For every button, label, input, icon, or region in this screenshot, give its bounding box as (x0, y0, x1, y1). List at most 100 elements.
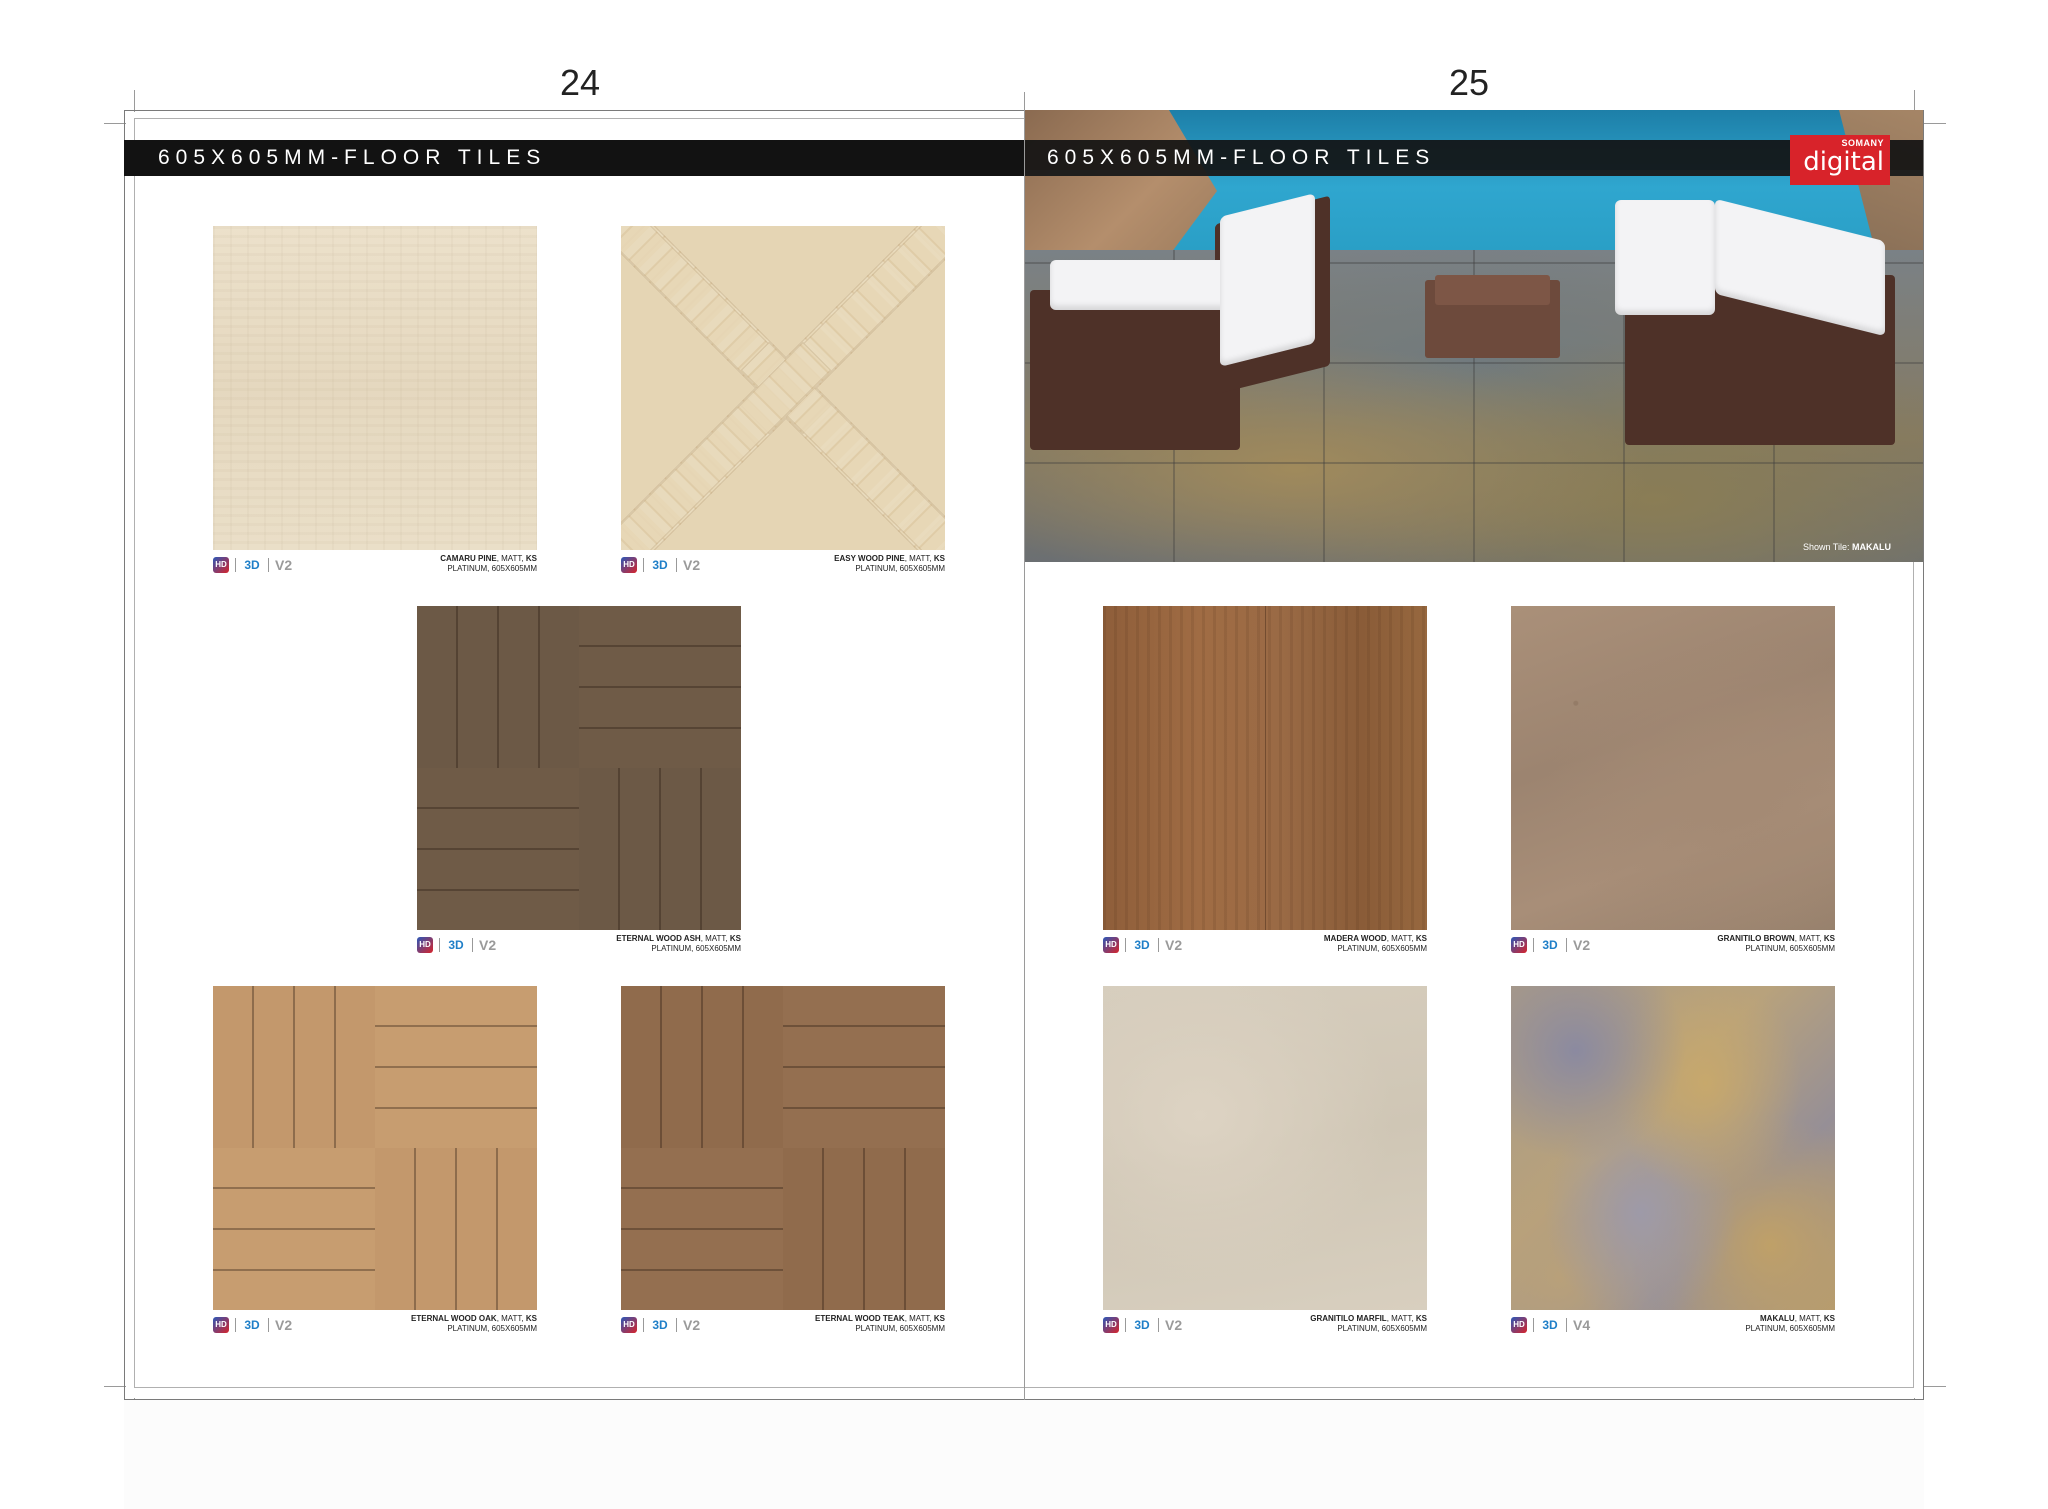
somany-digital-logo: SOMANY digital (1790, 135, 1890, 185)
tile-card[interactable]: HD 3D V2 CAMARU PINE, MATT, KS PLATINUM,… (213, 226, 537, 580)
variation-badge: V2 (1165, 937, 1183, 953)
tile-swatch-makalu (1511, 986, 1835, 1310)
variation-badge: V2 (479, 937, 497, 953)
hd-icon: HD (1103, 937, 1119, 953)
divider (235, 1318, 236, 1332)
tile-card[interactable]: HD 3D V2 GRANITILO BROWN, MATT, KS PLATI… (1511, 606, 1835, 960)
page-number-right: 25 (1449, 62, 1490, 103)
divider (1533, 1318, 1534, 1332)
hd-icon: HD (621, 557, 637, 573)
divider (1125, 938, 1126, 952)
divider (643, 558, 644, 572)
cushion (1050, 260, 1245, 310)
page-number-left: 24 (560, 62, 601, 103)
3d-icon: 3D (1134, 938, 1150, 952)
3d-icon: 3D (244, 1318, 260, 1332)
variation-badge: V4 (1573, 1317, 1591, 1333)
tile-description: GRANITILO MARFIL, MATT, KS PLATINUM, 605… (1310, 1314, 1427, 1333)
page-title-right: 605X605MM-FLOOR TILES (1013, 140, 1923, 176)
tile-caption: HD 3D V2 EASY WOOD PINE, MATT, KS PLATIN… (621, 554, 945, 580)
tile-caption: HD 3D V2 GRANITILO BROWN, MATT, KS PLATI… (1511, 934, 1835, 960)
variation-badge: V2 (1165, 1317, 1183, 1333)
3d-icon: 3D (244, 558, 260, 572)
hd-icon: HD (213, 557, 229, 573)
tile-description: MAKALU, MATT, KS PLATINUM, 605X605MM (1745, 1314, 1835, 1333)
divider (235, 558, 236, 572)
hd-icon: HD (1511, 1317, 1527, 1333)
cushion (1220, 193, 1315, 367)
3d-icon: 3D (448, 938, 464, 952)
tile-swatch-eternal-wood-ash (417, 606, 741, 930)
hd-icon: HD (621, 1317, 637, 1333)
tile-card[interactable]: HD 3D V2 MADERA WOOD, MATT, KS PLATINUM,… (1103, 606, 1427, 960)
divider (1158, 938, 1159, 952)
tile-swatch-madera-wood (1103, 606, 1427, 930)
tile-caption: HD 3D V2 MADERA WOOD, MATT, KS PLATINUM,… (1103, 934, 1427, 960)
divider (1566, 1318, 1567, 1332)
crop-mark (1914, 90, 1915, 112)
3d-icon: 3D (1134, 1318, 1150, 1332)
variation-badge: V2 (275, 557, 293, 573)
tile-card[interactable]: HD 3D V2 ETERNAL WOOD ASH, MATT, KS PLAT… (417, 606, 741, 960)
divider (268, 558, 269, 572)
divider (1125, 1318, 1126, 1332)
divider (439, 938, 440, 952)
tile-swatch-eternal-wood-teak (621, 986, 945, 1310)
tile-caption: HD 3D V2 CAMARU PINE, MATT, KS PLATINUM,… (213, 554, 537, 580)
3d-icon: 3D (652, 1318, 668, 1332)
page-gutter (1024, 92, 1025, 1418)
3d-icon: 3D (1542, 1318, 1558, 1332)
coffee-table-top (1435, 275, 1550, 305)
crop-mark (104, 1386, 126, 1387)
tile-description: GRANITILO BROWN, MATT, KS PLATINUM, 605X… (1717, 934, 1835, 953)
divider (1566, 938, 1567, 952)
3d-icon: 3D (652, 558, 668, 572)
variation-badge: V2 (683, 1317, 701, 1333)
page-title-left: 605X605MM-FLOOR TILES (124, 140, 1024, 176)
tile-card[interactable]: HD 3D V2 ETERNAL WOOD TEAK, MATT, KS PLA… (621, 986, 945, 1340)
hd-icon: HD (213, 1317, 229, 1333)
variation-badge: V2 (683, 557, 701, 573)
divider (643, 1318, 644, 1332)
tile-card[interactable]: HD 3D V2 ETERNAL WOOD OAK, MATT, KS PLAT… (213, 986, 537, 1340)
tile-swatch-camaru-pine (213, 226, 537, 550)
tile-card[interactable]: HD 3D V2 GRANITILO MARFIL, MATT, KS PLAT… (1103, 986, 1427, 1340)
tile-swatch-granitilo-brown (1511, 606, 1835, 930)
divider (676, 1318, 677, 1332)
page-margin (124, 1400, 1924, 1509)
tile-caption: HD 3D V4 MAKALU, MATT, KS PLATINUM, 605X… (1511, 1314, 1835, 1340)
hd-icon: HD (1511, 937, 1527, 953)
divider (472, 938, 473, 952)
crop-mark (1924, 123, 1946, 124)
tile-card[interactable]: HD 3D V4 MAKALU, MATT, KS PLATINUM, 605X… (1511, 986, 1835, 1340)
crop-mark (134, 90, 135, 112)
hd-icon: HD (417, 937, 433, 953)
tile-description: MADERA WOOD, MATT, KS PLATINUM, 605X605M… (1323, 934, 1427, 953)
cushion (1615, 200, 1715, 315)
tile-swatch-easy-wood-pine (621, 226, 945, 550)
divider (676, 558, 677, 572)
tile-description: CAMARU PINE, MATT, KS PLATINUM, 605X605M… (440, 554, 537, 573)
3d-icon: 3D (1542, 938, 1558, 952)
tile-caption: HD 3D V2 ETERNAL WOOD OAK, MATT, KS PLAT… (213, 1314, 537, 1340)
tile-swatch-eternal-wood-oak (213, 986, 537, 1310)
tile-card[interactable]: HD 3D V2 EASY WOOD PINE, MATT, KS PLATIN… (621, 226, 945, 580)
tile-caption: HD 3D V2 ETERNAL WOOD ASH, MATT, KS PLAT… (417, 934, 741, 960)
crop-mark (104, 123, 126, 124)
divider (1158, 1318, 1159, 1332)
tile-caption: HD 3D V2 GRANITILO MARFIL, MATT, KS PLAT… (1103, 1314, 1427, 1340)
divider (1533, 938, 1534, 952)
tile-description: ETERNAL WOOD OAK, MATT, KS PLATINUM, 605… (411, 1314, 537, 1333)
tile-swatch-granitilo-marfil (1103, 986, 1427, 1310)
crop-mark (1924, 1386, 1946, 1387)
tile-description: ETERNAL WOOD ASH, MATT, KS PLATINUM, 605… (616, 934, 741, 953)
tile-description: EASY WOOD PINE, MATT, KS PLATINUM, 605X6… (834, 554, 945, 573)
lifestyle-photo: Shown Tile: MAKALU (1025, 110, 1923, 562)
variation-badge: V2 (275, 1317, 293, 1333)
sofa-left (1030, 290, 1240, 450)
hd-icon: HD (1103, 1317, 1119, 1333)
shown-tile-label: Shown Tile: MAKALU (1802, 542, 1891, 552)
variation-badge: V2 (1573, 937, 1591, 953)
tile-caption: HD 3D V2 ETERNAL WOOD TEAK, MATT, KS PLA… (621, 1314, 945, 1340)
tile-description: ETERNAL WOOD TEAK, MATT, KS PLATINUM, 60… (815, 1314, 945, 1333)
